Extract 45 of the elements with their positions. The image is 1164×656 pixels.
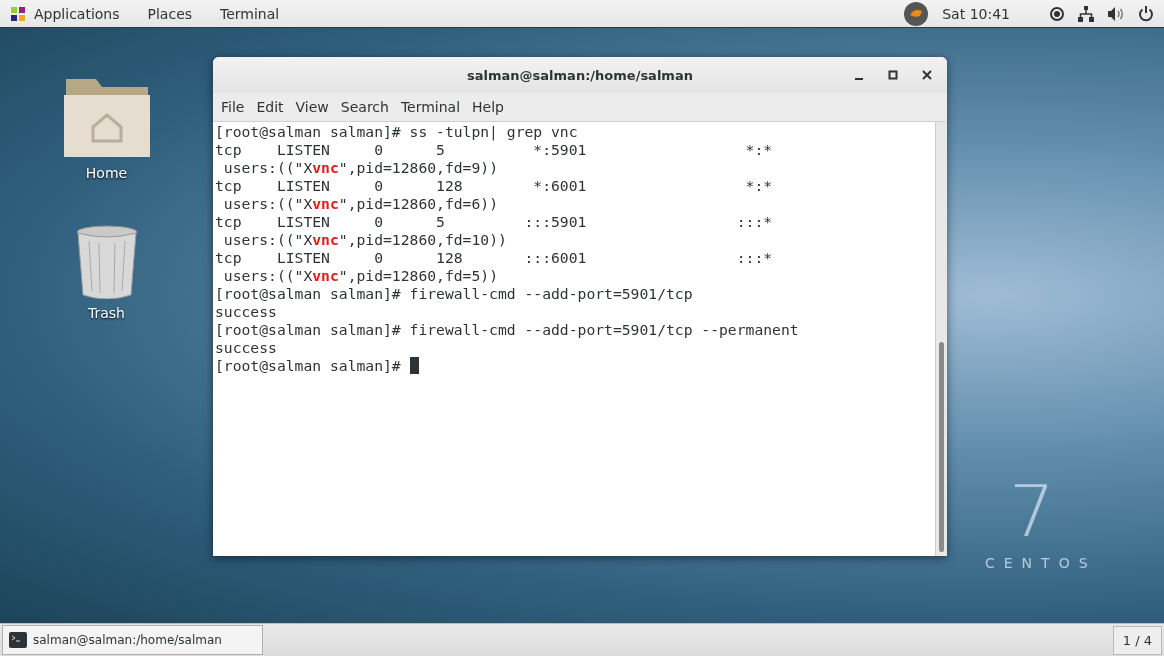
scrollbar[interactable] <box>935 122 947 556</box>
terminal-line: tcp LISTEN 0 5 *:5901 *:* <box>215 141 773 159</box>
terminal-line: users:(("Xvnc",pid=12860,fd=5)) <box>222 267 498 285</box>
terminal-line: [root@salman salman]# firewall-cmd --add-port=5901/tcp <box>215 285 693 303</box>
wallpaper-logo-text: CENTOS <box>985 555 1098 571</box>
clock[interactable]: Sat 10:41 <box>942 5 1010 22</box>
network-icon[interactable] <box>1078 5 1094 22</box>
terminal-line: users:(("Xvnc",pid=12860,fd=9)) <box>222 159 498 177</box>
menu-item[interactable]: Terminal <box>394 99 467 115</box>
terminal-icon <box>9 632 27 648</box>
taskbar-item[interactable]: salman@salman:/home/salman <box>2 625 263 655</box>
scrollbar-thumb[interactable] <box>939 342 944 552</box>
location-icon[interactable] <box>1050 6 1064 21</box>
desktop-icon-label[interactable]: Trash <box>88 305 125 321</box>
minimize-icon <box>855 78 863 80</box>
window-title: salman@salman:/home/salman <box>467 67 693 83</box>
maximize-icon <box>888 70 898 80</box>
text-cursor <box>409 357 419 374</box>
close-icon <box>922 70 932 80</box>
menu-item[interactable]: File <box>215 99 251 115</box>
trash-can-icon <box>74 225 139 299</box>
workspace-indicator[interactable]: 1 / 4 <box>1112 625 1162 655</box>
terminal-line: users:(("Xvnc",pid=12860,fd=6)) <box>222 195 498 213</box>
wallpaper-number: 7 <box>1008 475 1056 547</box>
menu-item[interactable]: Edit <box>250 99 290 115</box>
desktop-icon-label[interactable]: Home <box>85 165 128 181</box>
top-menu[interactable]: Places <box>147 5 193 22</box>
power-icon[interactable] <box>1138 5 1154 22</box>
top-menu[interactable]: Terminal <box>220 5 280 22</box>
terminal-line: tcp LISTEN 0 128 *:6001 *:* <box>215 177 773 195</box>
terminal-line: [root@salman salman]# <box>215 357 402 375</box>
top-menu[interactable]: Applications <box>34 5 120 22</box>
terminal-line: [root@salman salman]# firewall-cmd --add-port=5901/tcp --permanent <box>215 321 799 339</box>
terminal-line: success <box>215 339 277 357</box>
terminal-line: tcp LISTEN 0 5 :::5901 :::* <box>215 213 773 231</box>
menu-item[interactable]: View <box>289 99 335 115</box>
menu-item[interactable]: Help <box>466 99 510 115</box>
menu-item[interactable]: Search <box>334 99 395 115</box>
notification-icon[interactable] <box>904 1 929 26</box>
terminal-line: [root@salman salman]# ss -tulpn| grep vnc <box>215 123 578 141</box>
terminal-line: users:(("Xvnc",pid=12860,fd=10)) <box>222 231 507 249</box>
terminal-line: success <box>215 303 277 321</box>
terminal-line: tcp LISTEN 0 128 :::6001 :::* <box>215 249 773 267</box>
volume-icon[interactable] <box>1108 6 1124 21</box>
logo-icon <box>10 5 26 22</box>
